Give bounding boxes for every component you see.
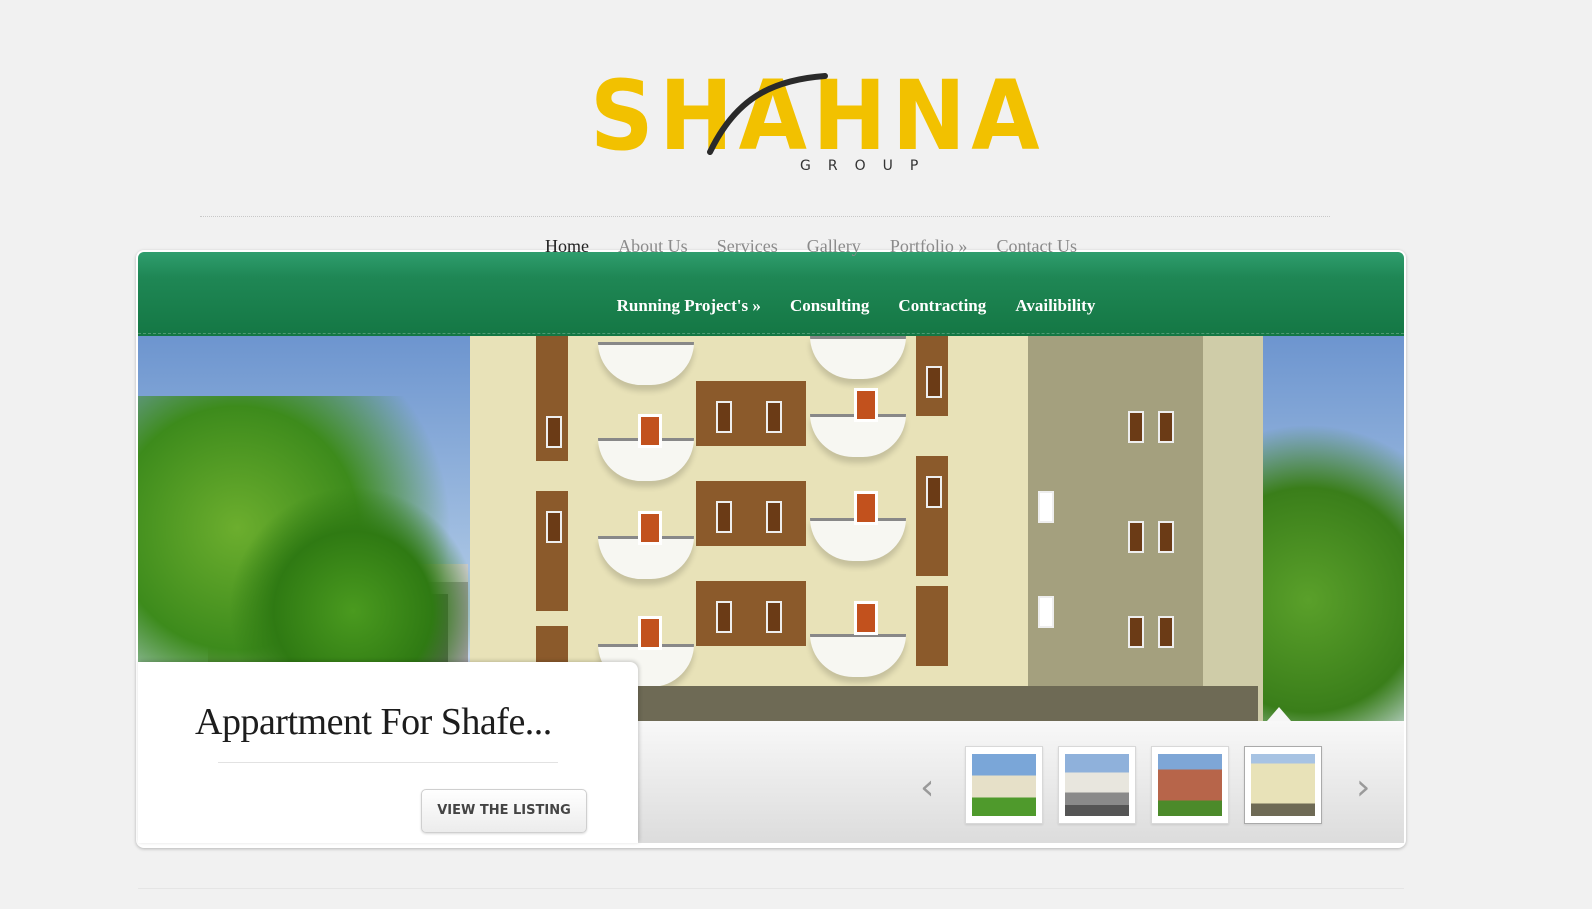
shahna-group-logo[interactable]: SHAHNA GROUP <box>590 68 1040 185</box>
nav-consulting[interactable]: Consulting <box>790 296 869 316</box>
slide-caption-title: Appartment For Shafe... <box>195 701 552 743</box>
nav-running-projects[interactable]: Running Project's » <box>617 296 761 316</box>
logo-swoosh-icon <box>707 73 828 155</box>
header-divider <box>200 216 1330 217</box>
nav-services[interactable]: Services <box>717 236 778 257</box>
logo-subtitle: GROUP <box>800 158 936 174</box>
secondary-nav-bar <box>138 252 1404 336</box>
slide-thumbnail-3[interactable] <box>1151 746 1229 824</box>
nav-availibility[interactable]: Availibility <box>1015 296 1095 316</box>
secondary-navigation: Running Project's » Consulting Contracti… <box>0 296 1592 316</box>
content-divider <box>138 888 1404 889</box>
caption-divider <box>218 762 558 763</box>
nav-portfolio[interactable]: Portfolio » <box>890 236 968 257</box>
chevron-left-icon[interactable]: ‹ <box>920 770 940 806</box>
view-listing-button[interactable]: VIEW THE LISTING <box>421 789 587 833</box>
main-navigation: Home About Us Services Gallery Portfolio… <box>0 236 1592 257</box>
nav-contracting[interactable]: Contracting <box>898 296 986 316</box>
chevron-right-icon[interactable]: › <box>1356 770 1376 806</box>
nav-home[interactable]: Home <box>545 236 589 257</box>
active-slide-marker <box>1267 707 1291 721</box>
nav-gallery[interactable]: Gallery <box>807 236 861 257</box>
slide-thumbnail-4[interactable] <box>1244 746 1322 824</box>
slide-thumbnail-1[interactable] <box>965 746 1043 824</box>
nav-about-us[interactable]: About Us <box>618 236 688 257</box>
nav-contact-us[interactable]: Contact Us <box>996 236 1077 257</box>
slide-thumbnail-2[interactable] <box>1058 746 1136 824</box>
